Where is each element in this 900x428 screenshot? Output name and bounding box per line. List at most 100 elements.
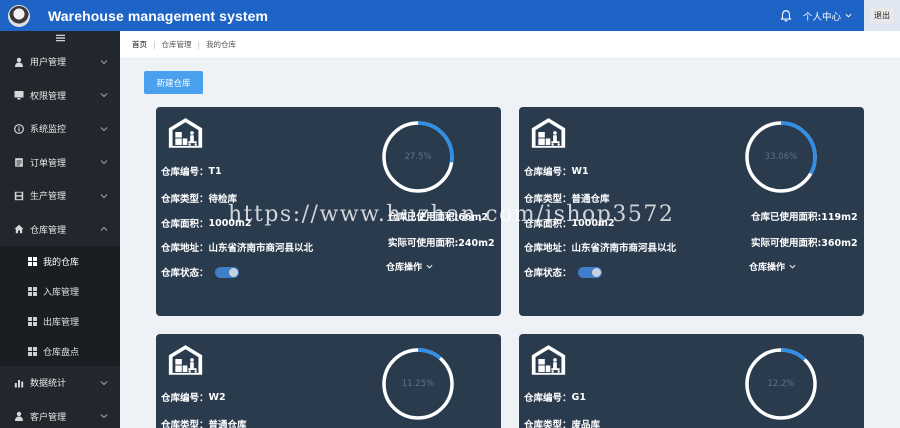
sidebar-item-users[interactable]: 用户管理 <box>0 45 120 79</box>
usage-ring: 12.2% <box>743 346 819 422</box>
sidebar-subitem-inbound[interactable]: 入库管理 <box>0 276 120 306</box>
save-icon <box>14 191 24 201</box>
warehouse-card: 仓库编号： G1 仓库类型： 废品库 12.2% <box>519 334 864 428</box>
field-label: 仓库类型： <box>161 194 209 205</box>
sidebar-item-label: 数据统计 <box>30 379 67 390</box>
monitor-icon <box>14 90 24 100</box>
warehouse-icon <box>531 345 566 375</box>
field-label: 仓库类型： <box>524 420 572 428</box>
field-value: 山东省济南市商河县以北 <box>208 243 314 254</box>
sidebar-subitem-label: 我的仓库 <box>43 257 80 268</box>
breadcrumb-home[interactable]: 首页 <box>132 39 147 50</box>
grid-icon <box>28 256 37 266</box>
field-value: W1 <box>571 165 589 177</box>
sidebar-item-label: 权限管理 <box>30 91 67 102</box>
chevron-down-icon <box>789 264 796 269</box>
new-warehouse-button[interactable]: 新建仓库 <box>144 71 203 94</box>
used-area: 仓库已使用面积:119m2 <box>751 212 858 223</box>
warehouse-area: 仓库面积： 1000m2 <box>524 216 614 231</box>
breadcrumb: 首页 | 仓库管理 | 我的仓库 <box>120 31 900 59</box>
field-value: 废品库 <box>571 420 601 428</box>
field-value: 普通仓库 <box>208 420 247 428</box>
warehouse-code: 仓库编号： W2 <box>161 390 226 405</box>
menu-collapse-toggle[interactable] <box>0 31 120 45</box>
warehouse-icon <box>168 345 203 375</box>
used-area: 仓库已使用面积:66m2 <box>388 212 489 223</box>
grid-icon <box>28 346 37 356</box>
sidebar-item-production[interactable]: 生产管理 <box>0 179 120 213</box>
warehouse-area: 仓库面积： 1000m2 <box>161 216 251 231</box>
clipboard-icon <box>14 157 24 167</box>
user-center-dropdown[interactable]: 个人中心 <box>803 9 852 23</box>
usage-percent: 33.06% <box>764 152 798 162</box>
chevron-down-icon <box>100 414 108 419</box>
bell-icon[interactable] <box>779 9 793 23</box>
warehouse-status: 仓库状态： <box>161 265 239 279</box>
warehouse-code: 仓库编号： G1 <box>524 390 586 405</box>
chevron-down-icon <box>100 126 108 132</box>
field-value: W2 <box>208 391 226 403</box>
sidebar-item-statistics[interactable]: 数据统计 <box>0 366 120 400</box>
field-label: 仓库面积： <box>161 219 209 230</box>
warehouse-card: 仓库编号： T1 仓库类型： 待检库 仓库面积： 1000m2 仓库地址： 山东省济南市… <box>156 107 501 316</box>
status-toggle[interactable] <box>577 266 602 278</box>
warehouse-card: 仓库编号： W1 仓库类型： 普通仓库 仓库面积： 1000m2 仓库地址： 山东省济南… <box>519 107 864 316</box>
grid-icon <box>28 286 37 296</box>
sidebar-subitem-my-warehouse[interactable]: 我的仓库 <box>0 246 120 276</box>
breadcrumb-warehouse[interactable]: 仓库管理 <box>162 39 192 50</box>
field-label: 仓库编号： <box>524 167 572 178</box>
logout-button[interactable]: 退出 <box>870 8 894 23</box>
usage-percent: 12.2% <box>767 379 795 389</box>
sidebar-item-label: 订单管理 <box>30 158 67 169</box>
chevron-down-icon <box>100 160 108 165</box>
warehouse-ops-dropdown[interactable]: 仓库操作 <box>386 260 433 273</box>
usage-ring: 33.06% <box>743 119 819 195</box>
sidebar-item-orders[interactable]: 订单管理 <box>0 146 120 180</box>
available-area: 实际可使用面积:240m2 <box>388 238 495 249</box>
chevron-down-icon <box>845 13 852 18</box>
sidebar-subitem-label: 出库管理 <box>43 317 80 328</box>
sidebar-item-label: 客户管理 <box>30 412 67 423</box>
info-icon <box>14 123 24 134</box>
sidebar-item-label: 生产管理 <box>30 192 67 203</box>
header-right: 个人中心 退出 <box>779 0 900 31</box>
user-icon <box>14 57 24 67</box>
warehouse-type: 仓库类型： 普通仓库 <box>524 191 610 205</box>
user-icon <box>14 411 24 422</box>
chevron-up-icon <box>100 226 108 232</box>
warehouse-ops-dropdown[interactable]: 仓库操作 <box>749 260 796 273</box>
status-toggle[interactable] <box>214 266 239 278</box>
usage-percent: 11.25% <box>401 379 435 389</box>
sidebar-subitem-outbound[interactable]: 出库管理 <box>0 306 120 336</box>
sidebar-subitem-label: 仓库盘点 <box>43 347 80 358</box>
chevron-down-icon <box>100 93 108 98</box>
sidebar-item-label: 用户管理 <box>30 58 67 69</box>
sidebar-item-customers[interactable]: 客户管理 <box>0 400 120 428</box>
ops-label: 仓库操作 <box>749 263 786 273</box>
warehouse-icon <box>168 118 203 148</box>
sidebar-item-warehouse[interactable]: 仓库管理 <box>0 213 120 247</box>
field-value: 普通仓库 <box>571 194 610 205</box>
sidebar-subitem-label: 入库管理 <box>43 287 80 298</box>
breadcrumb-current: 我的仓库 <box>206 40 237 49</box>
warehouse-type: 仓库类型： 待检库 <box>161 191 237 205</box>
sidebar: 用户管理 权限管理 系统监控 订单管理 生产管理 仓库管理 我的仓库 入库管理 <box>0 31 120 428</box>
bar-chart-icon <box>14 378 24 388</box>
home-icon <box>14 224 24 234</box>
field-label: 仓库状态： <box>161 268 209 279</box>
sidebar-item-monitoring[interactable]: 系统监控 <box>0 112 120 146</box>
field-label: 仓库编号： <box>161 167 209 178</box>
app-title: Warehouse management system <box>48 7 269 24</box>
available-area: 实际可使用面积:360m2 <box>751 238 858 249</box>
field-label: 仓库状态： <box>524 268 572 279</box>
sidebar-item-label: 系统监控 <box>30 125 67 136</box>
user-center-label: 个人中心 <box>802 11 841 23</box>
warehouse-status: 仓库状态： <box>524 265 602 279</box>
usage-ring: 11.25% <box>380 346 456 422</box>
sidebar-item-permissions[interactable]: 权限管理 <box>0 79 120 113</box>
main-content: 新建仓库 仓库编号： T1 仓库类型： 待检库 仓库面积： 1000m2 仓库地址：山… <box>120 59 900 428</box>
warehouse-address: 仓库地址： 山东省济南市商河县以北 <box>524 240 676 254</box>
avatar[interactable] <box>8 4 30 27</box>
sidebar-subitem-inventory[interactable]: 仓库盘点 <box>0 336 120 366</box>
hamburger-icon <box>55 34 65 42</box>
